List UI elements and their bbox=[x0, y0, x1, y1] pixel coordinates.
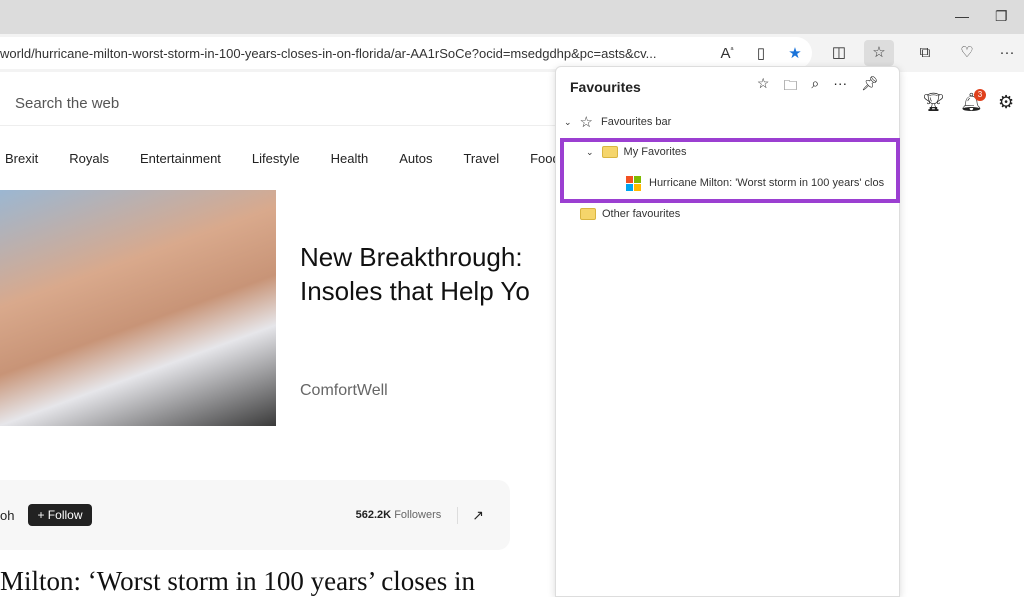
panel-title: Favourites bbox=[570, 79, 641, 95]
publisher-bar: oh + Follow 562.2K Followers ↗ bbox=[0, 480, 510, 550]
nav-item[interactable]: Royals bbox=[69, 144, 109, 174]
more-icon[interactable]: ··· bbox=[992, 40, 1022, 66]
favorite-star-icon[interactable]: ★ bbox=[778, 44, 812, 62]
collections-icon[interactable]: ⧉ bbox=[910, 40, 940, 66]
nav-item[interactable]: Entertainment bbox=[140, 144, 221, 174]
pin-icon[interactable]: 📌︎ bbox=[861, 75, 879, 99]
ad-headline[interactable]: New Breakthrough: Insoles that Help Yo bbox=[300, 240, 560, 308]
title-bar: — ❐ bbox=[0, 0, 1024, 34]
ad-image[interactable] bbox=[0, 190, 276, 426]
add-favourite-icon[interactable]: ☆ bbox=[757, 75, 770, 99]
article-title: Milton: ‘Worst storm in 100 years’ close… bbox=[0, 566, 476, 596]
favorites-icon[interactable]: ☆ bbox=[864, 40, 894, 66]
favourites-bar-folder[interactable]: ⌄ ☆ Favourites bar bbox=[564, 112, 671, 132]
share-icon[interactable]: ↗ bbox=[457, 506, 484, 524]
nav-item[interactable]: Health bbox=[331, 144, 369, 174]
publisher-name: oh bbox=[0, 507, 15, 523]
add-folder-icon[interactable]: 🗀 bbox=[783, 75, 797, 99]
search-placeholder: Search the web bbox=[15, 95, 120, 112]
nav-item[interactable]: Lifestyle bbox=[252, 144, 300, 174]
restore-button[interactable]: ❐ bbox=[995, 8, 1008, 25]
settings-icon[interactable]: ⚙ bbox=[998, 92, 1014, 113]
more-options-icon[interactable]: ··· bbox=[833, 75, 847, 99]
browser-essentials-icon[interactable]: ♡ bbox=[952, 40, 982, 66]
nav-item[interactable]: Brexit bbox=[5, 144, 38, 174]
star-icon: ☆ bbox=[579, 114, 593, 131]
folder-icon bbox=[580, 208, 596, 220]
highlight-box bbox=[560, 138, 900, 203]
search-input[interactable]: Search the web bbox=[0, 82, 560, 126]
url-text[interactable]: world/hurricane-milton-worst-storm-in-10… bbox=[0, 46, 710, 61]
search-icon[interactable]: ⌕ bbox=[811, 75, 819, 99]
nav-item[interactable]: Travel bbox=[463, 144, 499, 174]
other-favourites-folder[interactable]: Other favourites bbox=[580, 204, 680, 224]
address-bar[interactable]: world/hurricane-milton-worst-storm-in-10… bbox=[0, 37, 812, 69]
followers-count: 562.2K Followers bbox=[355, 509, 442, 521]
rewards-icon[interactable]: 🏆︎ bbox=[922, 92, 945, 113]
ad-brand: ComfortWell bbox=[300, 382, 388, 399]
nav-item[interactable]: Autos bbox=[399, 144, 432, 174]
favourites-panel: Favourites ☆ 🗀 ⌕ ··· 📌︎ ⌄ ☆ Favourites b… bbox=[555, 66, 900, 597]
minimize-button[interactable]: — bbox=[955, 8, 969, 24]
category-nav: Brexit Royals Entertainment Lifestyle He… bbox=[0, 144, 586, 174]
read-aloud-icon[interactable]: Aᵃ bbox=[710, 45, 744, 62]
chevron-down-icon: ⌄ bbox=[564, 116, 572, 127]
split-screen-icon[interactable]: ◫ bbox=[824, 40, 854, 66]
immersive-reader-icon[interactable]: ▯ bbox=[744, 44, 778, 62]
notification-badge: 3 bbox=[974, 89, 986, 101]
follow-button[interactable]: + Follow bbox=[28, 504, 92, 526]
